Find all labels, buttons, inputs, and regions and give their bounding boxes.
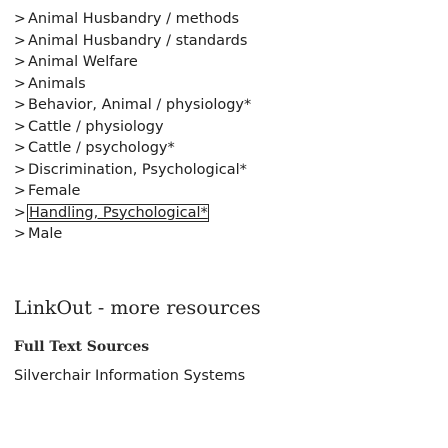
mesh-term-item[interactable]: > Discrimination, Psychological* bbox=[14, 160, 251, 182]
mesh-term-label[interactable]: Male bbox=[28, 226, 62, 242]
mesh-term-label-focused[interactable]: Handling, Psychological* bbox=[27, 203, 209, 222]
chevron-right-icon[interactable]: > bbox=[14, 181, 28, 203]
chevron-right-icon[interactable]: > bbox=[14, 203, 28, 225]
mesh-term-item[interactable]: > Animal Husbandry / methods bbox=[14, 9, 251, 31]
mesh-term-label[interactable]: Animals bbox=[28, 76, 86, 92]
mesh-term-label[interactable]: Cattle / psychology* bbox=[28, 140, 175, 156]
mesh-term-item[interactable]: > Animal Husbandry / standards bbox=[14, 31, 251, 53]
mesh-term-label[interactable]: Female bbox=[28, 183, 80, 199]
linkout-section-title: LinkOut - more resources bbox=[14, 297, 261, 319]
mesh-term-item[interactable]: > Male bbox=[14, 224, 251, 246]
mesh-term-label[interactable]: Animal Husbandry / methods bbox=[28, 11, 239, 27]
mesh-term-label[interactable]: Animal Husbandry / standards bbox=[28, 33, 247, 49]
chevron-right-icon[interactable]: > bbox=[14, 138, 28, 160]
mesh-term-item[interactable]: > Cattle / psychology* bbox=[14, 138, 251, 160]
mesh-term-item[interactable]: > Female bbox=[14, 181, 251, 203]
full-text-source-link[interactable]: Silverchair Information Systems bbox=[14, 368, 245, 384]
mesh-term-item[interactable]: > Handling, Psychological* bbox=[14, 203, 251, 225]
chevron-right-icon[interactable]: > bbox=[14, 9, 28, 31]
chevron-right-icon[interactable]: > bbox=[14, 224, 28, 246]
full-text-sources-heading: Full Text Sources bbox=[14, 339, 150, 355]
mesh-terms-list: > Animal Husbandry / methods > Animal Husb… bbox=[14, 9, 251, 246]
mesh-term-item[interactable]: > Cattle / physiology bbox=[14, 117, 251, 139]
chevron-right-icon[interactable]: > bbox=[14, 117, 28, 139]
mesh-term-item[interactable]: > Behavior, Animal / physiology* bbox=[14, 95, 251, 117]
mesh-term-label[interactable]: Animal Welfare bbox=[28, 54, 138, 70]
chevron-right-icon[interactable]: > bbox=[14, 31, 28, 53]
chevron-right-icon[interactable]: > bbox=[14, 74, 28, 96]
chevron-right-icon[interactable]: > bbox=[14, 160, 28, 182]
mesh-term-label[interactable]: Cattle / physiology bbox=[28, 119, 164, 135]
mesh-term-item[interactable]: > Animal Welfare bbox=[14, 52, 251, 74]
mesh-term-label[interactable]: Discrimination, Psychological* bbox=[28, 162, 247, 178]
mesh-term-label[interactable]: Behavior, Animal / physiology* bbox=[28, 97, 251, 113]
mesh-term-item[interactable]: > Animals bbox=[14, 74, 251, 96]
chevron-right-icon[interactable]: > bbox=[14, 52, 28, 74]
chevron-right-icon[interactable]: > bbox=[14, 95, 28, 117]
